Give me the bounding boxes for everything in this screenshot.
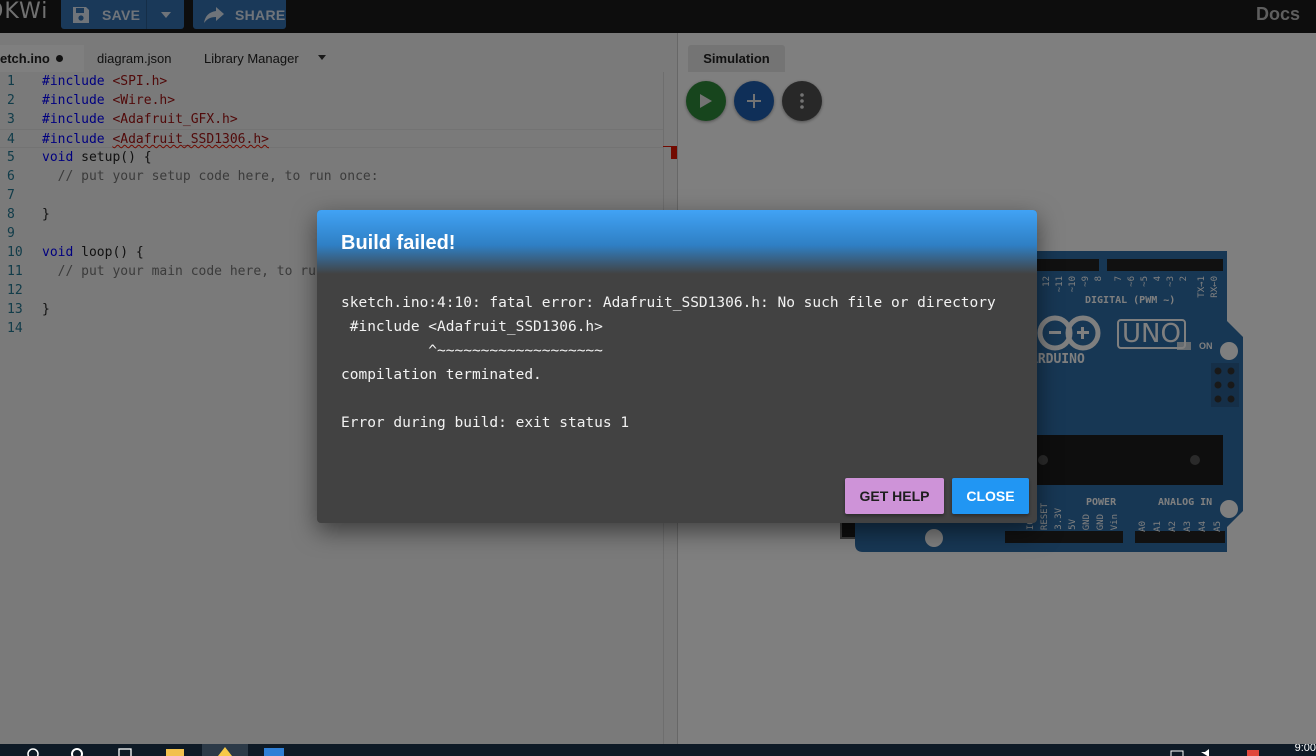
app-window-icon[interactable] <box>262 746 284 756</box>
error-line <box>341 387 1021 411</box>
task-view-icon[interactable] <box>114 746 136 756</box>
notification-app-icon[interactable] <box>1242 746 1264 756</box>
tray-icon[interactable] <box>1166 746 1188 756</box>
dialog-error-output: sketch.ino:4:10: fatal error: Adafruit_S… <box>341 291 1021 435</box>
error-line: compilation terminated. <box>341 367 542 383</box>
dialog-title: Build failed! <box>341 232 456 254</box>
file-explorer-icon[interactable] <box>164 746 186 756</box>
taskbar-clock[interactable]: 9:00 <box>1295 744 1316 754</box>
build-failed-dialog: Build failed! sketch.ino:4:10: fatal err… <box>317 210 1037 523</box>
chrome-app-icon[interactable] <box>214 746 236 756</box>
volume-icon[interactable] <box>1196 746 1218 756</box>
cortana-icon[interactable] <box>66 746 88 756</box>
error-line: sketch.ino:4:10: fatal error: Adafruit_S… <box>341 295 996 311</box>
get-help-button[interactable]: GET HELP <box>845 478 944 514</box>
error-line: #include <Adafruit_SSD1306.h> <box>341 319 603 335</box>
search-icon[interactable] <box>22 746 44 756</box>
error-line: ^~~~~~~~~~~~~~~~~~~~ <box>341 343 603 359</box>
error-line: Error during build: exit status 1 <box>341 415 630 431</box>
windows-taskbar: 9:00 <box>0 744 1316 756</box>
dialog-header: Build failed! <box>317 210 1037 274</box>
close-button[interactable]: CLOSE <box>952 478 1029 514</box>
